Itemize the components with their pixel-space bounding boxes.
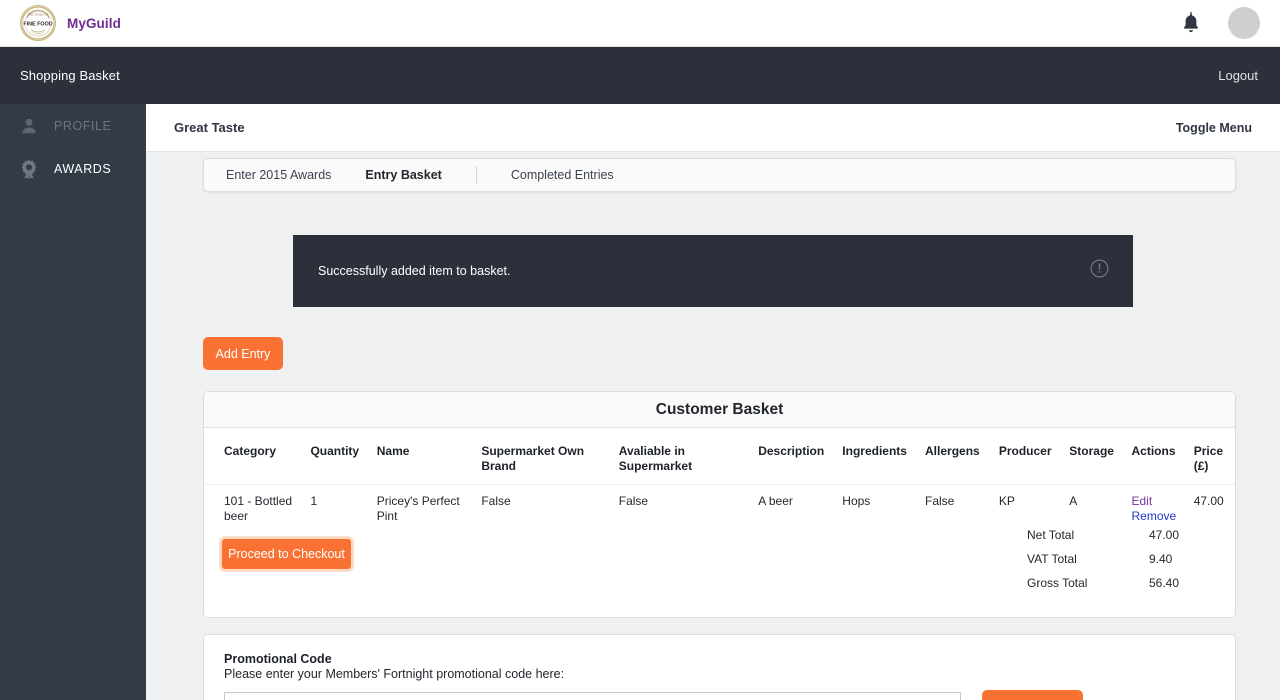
column-header-producer: Producer — [998, 444, 1052, 458]
promotional-code-input[interactable] — [224, 691, 961, 700]
sidebar-item-label: PROFILE — [54, 118, 112, 133]
promotional-code-card: Promotional Code Please enter your Membe… — [203, 634, 1236, 700]
column-header-price: Price (£) — [1193, 444, 1224, 473]
totals-row-gross: Gross Total 56.40 — [204, 571, 1235, 595]
toggle-menu-link[interactable]: Toggle Menu — [1176, 121, 1252, 135]
alert-message: Successfully added item to basket. — [318, 264, 511, 278]
award-ribbon-icon — [18, 159, 40, 179]
guild-of-fine-food-logo-icon[interactable]: THE GUILD OF FINE FOOD — [20, 5, 56, 41]
totals-value: 56.40 — [1149, 576, 1180, 590]
success-alert: Successfully added item to basket. — [293, 235, 1133, 307]
basket-totals: Net Total 47.00 VAT Total 9.40 Gross Tot… — [204, 523, 1235, 617]
svg-text:FINE FOOD: FINE FOOD — [23, 21, 52, 27]
basket-table: Category Quantity Name Supermarket Own B… — [204, 428, 1235, 533]
sidebar-item-awards[interactable]: AWARDS — [0, 147, 146, 190]
user-icon — [18, 117, 40, 135]
proceed-to-checkout-button[interactable]: Proceed to Checkout — [220, 537, 353, 571]
customer-basket-card: Customer Basket Category Quantity Name S… — [203, 391, 1236, 618]
totals-row-net: Net Total 47.00 — [204, 523, 1235, 547]
totals-row-vat: VAT Total 9.40 — [204, 547, 1235, 571]
section-header: Great Taste Toggle Menu — [146, 104, 1280, 152]
submit-code-button[interactable]: Submit Code — [982, 690, 1083, 700]
column-header-available-in-supermarket: Avaliable in Supermarket — [618, 444, 693, 473]
totals-value: 9.40 — [1149, 552, 1173, 566]
exclamation-circle-icon[interactable] — [1090, 259, 1109, 283]
sidebar: PROFILE AWARDS — [0, 104, 146, 700]
totals-label: Net Total — [1027, 528, 1075, 542]
column-header-actions: Actions — [1131, 444, 1176, 458]
totals-label: VAT Total — [1027, 552, 1077, 566]
sidebar-item-label: AWARDS — [54, 161, 112, 176]
sidebar-item-profile[interactable]: PROFILE — [0, 104, 146, 147]
brand-bar: THE GUILD OF FINE FOOD MyGuild — [0, 0, 1280, 47]
column-header-allergens: Allergens — [925, 444, 980, 458]
column-header-supermarket-own-brand: Supermarket Own Brand — [481, 444, 585, 473]
promo-input-row: Submit Code — [224, 690, 1215, 700]
section-title: Great Taste — [174, 120, 245, 135]
table-header-row: Category Quantity Name Supermarket Own B… — [204, 428, 1235, 485]
add-entry-button[interactable]: Add Entry — [203, 337, 283, 370]
content-pane: Great Taste Toggle Menu Enter 2015 Award… — [146, 104, 1280, 700]
tab-entry-basket[interactable]: Entry Basket — [365, 168, 441, 182]
column-header-quantity: Quantity — [310, 444, 360, 458]
basket-table-head: Category Quantity Name Supermarket Own B… — [204, 428, 1235, 485]
brand-left-group[interactable]: THE GUILD OF FINE FOOD MyGuild — [0, 5, 121, 41]
avatar[interactable] — [1228, 7, 1260, 39]
column-header-category: Category — [224, 444, 277, 458]
svg-text:THE GUILD OF: THE GUILD OF — [27, 13, 49, 17]
column-header-ingredients: Ingredients — [842, 444, 907, 458]
remove-link[interactable]: Remove — [1131, 509, 1177, 524]
edit-link[interactable]: Edit — [1131, 494, 1177, 509]
bell-icon[interactable] — [1180, 11, 1202, 35]
promo-title: Promotional Code — [224, 652, 332, 666]
brand-name[interactable]: MyGuild — [67, 16, 121, 31]
brand-right-group — [1180, 7, 1280, 39]
page-title: Shopping Basket — [20, 68, 120, 83]
column-header-storage: Storage — [1069, 444, 1114, 458]
tab-completed-entries[interactable]: Completed Entries — [511, 168, 614, 182]
tab-bar: Enter 2015 Awards Entry Basket Completed… — [203, 158, 1236, 192]
basket-body: Category Quantity Name Supermarket Own B… — [204, 428, 1235, 617]
basket-title: Customer Basket — [204, 392, 1235, 428]
top-navbar: Shopping Basket Logout — [0, 47, 1280, 104]
column-header-name: Name — [376, 444, 410, 458]
column-header-description: Description — [758, 444, 825, 458]
totals-label: Gross Total — [1027, 576, 1088, 590]
tab-divider — [475, 166, 477, 184]
logout-link[interactable]: Logout — [1218, 68, 1280, 83]
totals-value: 47.00 — [1149, 528, 1180, 542]
promo-subtitle: Please enter your Members' Fortnight pro… — [224, 667, 565, 681]
tab-enter-2015-awards[interactable]: Enter 2015 Awards — [226, 168, 331, 182]
